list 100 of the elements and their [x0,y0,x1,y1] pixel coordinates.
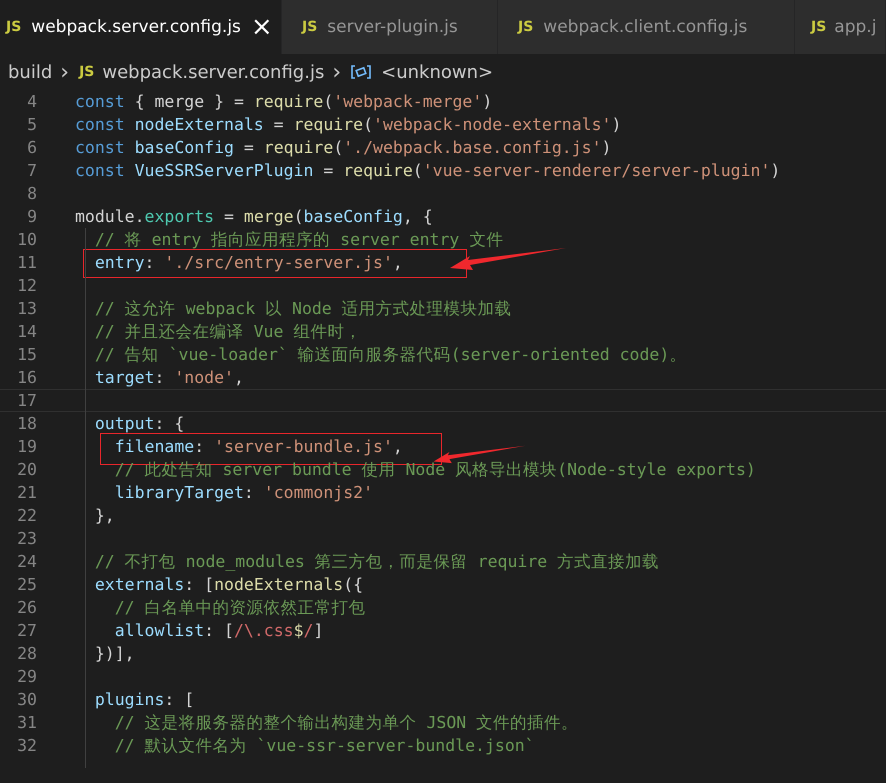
function-name: nodeExternals [214,575,344,594]
string-literal: 'vue-server-renderer/server-plugin' [422,161,770,180]
tab-label: webpack.client.config.js [543,17,748,37]
breadcrumb-separator: › [332,60,342,84]
keyword: const [75,92,125,111]
string-literal: 'webpack-node-externals' [373,115,612,134]
identifier: target [94,368,154,387]
symbol-icon [351,65,372,79]
code-text: , [392,253,403,272]
code-text: ( [323,92,334,111]
string-literal: 'node' [174,368,234,387]
line-number: 16 [16,368,37,387]
keyword: const [75,161,125,180]
editor-tab[interactable]: JS app.j [795,0,886,54]
identifier: output [94,414,154,433]
code-text: ( [294,207,304,226]
regex-literal: /\.css [234,621,294,640]
line-number: 23 [16,529,37,548]
code-text: : [ [204,621,234,640]
code-text: = [242,138,255,157]
string-literal: 'server-bundle.js' [214,437,393,456]
tab-label: webpack.server.config.js [31,17,241,37]
identifier: baseConfig [304,207,403,226]
tab-label: server-plugin.js [327,17,458,37]
string-literal: './webpack.base.config.js' [343,138,602,157]
code-text: ({ [343,575,364,594]
code-text: ) [602,138,612,157]
string-literal: './src/entry-server.js' [164,253,393,272]
breadcrumb-item[interactable]: build [8,62,52,82]
js-file-icon: JS [302,19,318,35]
identifier: filename [114,437,194,456]
code-text: : [ [164,690,194,709]
line-number: 28 [16,644,37,663]
function-name: $ [294,621,304,640]
code-text: }, [94,506,115,525]
code-text: ( [363,115,374,134]
code-text: ) [611,115,622,134]
line-number: 31 [16,713,37,732]
code-comment: // 不打包 node_modules 第三方包，而是保留 require 方式直接加载 [94,552,660,570]
breadcrumb-item[interactable]: <unknown> [381,62,494,82]
identifier: nodeExternals [134,115,264,134]
line-number: 15 [16,345,37,364]
line-number: 4 [26,92,37,111]
breadcrumb-item[interactable]: webpack.server.config.js [102,62,324,82]
string-literal: 'webpack-merge' [333,92,482,111]
line-number: 21 [16,483,37,502]
line-number: 27 [16,621,37,640]
line-number: 5 [26,115,37,134]
code-comment: // 告知 `vue-loader` 输送面向服务器代码(server-oriented code)。 [94,344,686,364]
line-number: 7 [26,161,37,180]
code-comment: // 这允许 webpack 以 Node 适用方式处理模块加载 [94,298,512,318]
code-text: : [ [184,575,214,594]
identifier: plugins [94,690,164,709]
code-text: , [392,437,403,456]
code-text: , [234,368,244,387]
editor-tab[interactable]: JS webpack.server.config.js × [0,0,282,54]
line-number: 26 [16,598,37,617]
js-file-icon: JS [811,19,826,35]
line-number: 9 [26,207,37,226]
editor-tab[interactable]: JS server-plugin.js [282,0,498,54]
line-number: 11 [16,253,37,272]
code-text: : [154,368,166,387]
code-text: : [244,483,255,502]
close-icon[interactable]: × [250,14,273,40]
identifier: entry [94,253,145,272]
line-number: 8 [26,184,37,203]
line-number: 32 [16,736,37,755]
line-number: 10 [16,230,37,249]
keyword: const [75,115,125,134]
code-text: })], [94,644,135,663]
code-text: ] [313,621,324,640]
js-file-icon: JS [79,64,94,80]
js-file-icon: JS [6,19,22,35]
code-text: ) [482,92,492,111]
line-number: 13 [16,299,37,318]
code-text: = [322,161,334,180]
line-number: 14 [16,322,37,341]
tab-label: app.j [834,17,876,37]
code-comment: // 白名单中的资源依然正常打包 [114,598,366,616]
line-number: 24 [16,552,37,571]
breadcrumb-separator: › [60,60,70,84]
identifier: baseConfig [134,138,234,157]
code-comment: // 并且还会在编译 Vue 组件时， [94,322,362,340]
code-text: = [223,207,235,226]
function-name: require [264,138,334,157]
code-text: ( [333,138,344,157]
line-number: 20 [16,460,37,479]
string-literal: 'commonjs2' [264,483,374,502]
function-name: require [254,92,324,111]
editor-tab[interactable]: JS webpack.client.config.js [498,0,795,54]
js-file-icon: JS [518,19,534,35]
code-text: module. [75,207,145,226]
code-comment: // 这是将服务器的整个输出构建为单个 JSON 文件的插件。 [114,712,578,732]
identifier: externals [94,575,184,594]
code-text: { merge } = [134,92,245,111]
code-text: : { [154,414,184,433]
line-number: 17 [16,391,37,410]
code-text: = [272,115,285,134]
function-name: require [343,161,413,180]
line-number: 30 [16,690,37,709]
